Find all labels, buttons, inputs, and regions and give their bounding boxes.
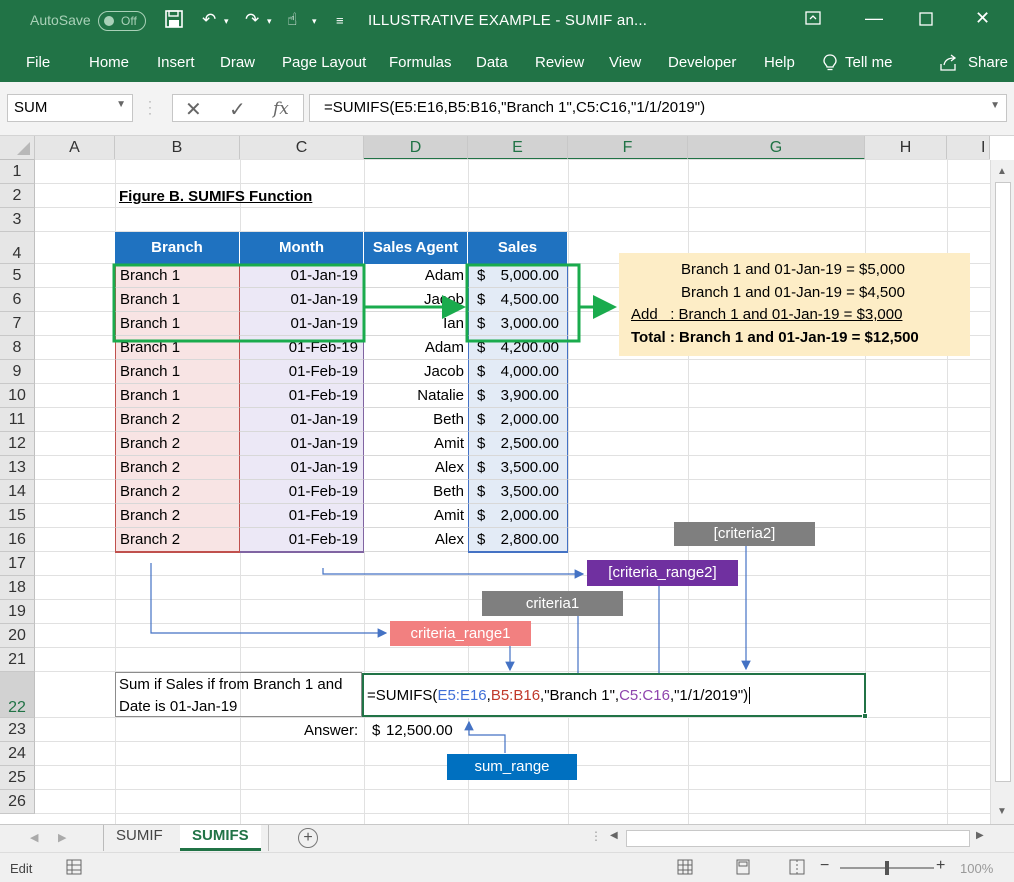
insert-function-icon[interactable]: fx [273, 99, 289, 119]
page-break-view-icon[interactable] [789, 859, 805, 878]
tab-splitter-icon[interactable]: ⋮ [590, 829, 602, 843]
scroll-up-icon[interactable]: ▲ [997, 166, 1007, 177]
vertical-scrollbar[interactable]: ▲ ▼ [990, 160, 1014, 824]
macro-record-icon[interactable] [66, 859, 82, 878]
tab-view[interactable]: View [609, 54, 641, 71]
callout-criteria1: criteria1 [482, 591, 623, 616]
close-icon[interactable]: ✕ [975, 8, 990, 29]
sheet-tabs-bar: ◀ ▶ SUMIF SUMIFS + ⋮ ◀ ▶ [0, 824, 1014, 852]
scroll-right-icon[interactable]: ▶ [976, 830, 984, 841]
criteria-range2-connector [322, 568, 585, 579]
redo-dropdown-icon[interactable]: ▾ [267, 16, 272, 27]
splitter-handle[interactable]: · · · [148, 95, 152, 119]
touch-mode-icon[interactable]: ☝ [287, 10, 297, 30]
share-button[interactable]: Share [968, 54, 1008, 71]
sheet-tab-sumifs[interactable]: SUMIFS [180, 825, 261, 851]
zoom-in-icon[interactable]: + [936, 857, 945, 875]
tab-file[interactable]: File [26, 54, 50, 71]
save-icon[interactable] [165, 10, 183, 33]
tab-home[interactable]: Home [89, 54, 129, 71]
tell-me-search[interactable]: Tell me [845, 54, 893, 71]
name-box-value: SUM [14, 99, 48, 116]
share-icon[interactable] [939, 54, 959, 76]
autosave-label: AutoSave [30, 12, 91, 28]
window-title: ILLUSTRATIVE EXAMPLE - SUMIF an... [368, 12, 648, 29]
status-bar: Edit − + 100% [0, 852, 1014, 882]
name-box[interactable]: SUM ▼ [7, 94, 133, 122]
tab-insert[interactable]: Insert [157, 54, 195, 71]
zoom-out-icon[interactable]: − [820, 857, 829, 875]
tab-page-layout[interactable]: Page Layout [282, 54, 366, 71]
tab-formulas[interactable]: Formulas [389, 54, 452, 71]
formula-controls: ✕ ✓ fx [172, 94, 304, 122]
formula-input[interactable]: =SUMIFS(E5:E16,B5:B16,"Branch 1",C5:C16,… [309, 94, 1007, 122]
redo-icon[interactable]: ↷ [245, 10, 259, 30]
formula-bar: SUM ▼ · · · ✕ ✓ fx =SUMIFS(E5:E16,B5:B16,"… [0, 82, 1014, 136]
callout-criteria-range1: criteria_range1 [390, 621, 531, 646]
tab-data[interactable]: Data [476, 54, 508, 71]
tab-review[interactable]: Review [535, 54, 584, 71]
vertical-scroll-thumb[interactable] [995, 182, 1011, 782]
tab-draw[interactable]: Draw [220, 54, 255, 71]
sheet-tab-sumif[interactable]: SUMIF [104, 825, 175, 851]
callout-sum-range: sum_range [447, 754, 577, 780]
highlight-sales-values [465, 263, 581, 343]
undo-icon[interactable]: ↶ [202, 10, 216, 30]
highlight-criteria-rows [112, 263, 366, 343]
worksheet-grid[interactable]: A B C D E F G H I 1 2 3 4 5 6 7 8 9 10 11 12 13 14 15 1… [0, 136, 1014, 824]
name-box-dropdown-icon[interactable]: ▼ [116, 99, 126, 110]
ribbon-tabs: File Home Insert Draw Page Layout Formul… [0, 44, 1014, 82]
scroll-down-icon[interactable]: ▼ [997, 806, 1007, 817]
normal-view-icon[interactable] [677, 859, 693, 878]
page-layout-view-icon[interactable] [735, 859, 751, 878]
tab-developer[interactable]: Developer [668, 54, 736, 71]
lightbulb-icon [823, 54, 837, 76]
touch-dropdown-icon[interactable]: ▾ [312, 16, 317, 27]
prev-sheet-icon[interactable]: ◀ [30, 831, 38, 844]
title-bar: AutoSave Off ↶ ▾ ↷ ▾ ☝ ▾ ≡ ILLUSTRATIVE … [0, 0, 1014, 44]
sum-range-connector [464, 720, 506, 753]
horizontal-scrollbar[interactable]: ◀ ▶ [606, 829, 990, 848]
expand-formula-icon[interactable]: ▼ [990, 100, 1000, 111]
undo-dropdown-icon[interactable]: ▾ [224, 16, 229, 27]
next-sheet-icon[interactable]: ▶ [58, 831, 66, 844]
ribbon-display-icon[interactable] [805, 11, 821, 29]
zoom-level[interactable]: 100% [960, 861, 993, 876]
annotation-arrows [112, 263, 751, 753]
customize-toolbar-icon[interactable]: ≡ [336, 13, 344, 28]
formula-text: =SUMIFS(E5:E16,B5:B16,"Branch 1",C5:C16,… [324, 99, 706, 116]
status-mode: Edit [10, 861, 33, 876]
zoom-slider-handle[interactable] [885, 861, 889, 875]
callout-criteria2: [criteria2] [674, 522, 815, 546]
minimize-icon[interactable]: — [865, 8, 883, 29]
tab-help[interactable]: Help [764, 54, 795, 71]
scroll-left-icon[interactable]: ◀ [610, 830, 618, 841]
callout-criteria-range2: [criteria_range2] [587, 560, 738, 586]
autosave-state: Off [121, 14, 137, 28]
enter-icon[interactable]: ✓ [229, 97, 246, 122]
horizontal-scroll-thumb[interactable] [626, 830, 970, 847]
autosave-toggle[interactable]: Off [98, 11, 146, 31]
cancel-icon[interactable]: ✕ [185, 97, 202, 122]
add-sheet-icon[interactable]: + [298, 828, 318, 848]
maximize-icon[interactable] [919, 10, 933, 31]
